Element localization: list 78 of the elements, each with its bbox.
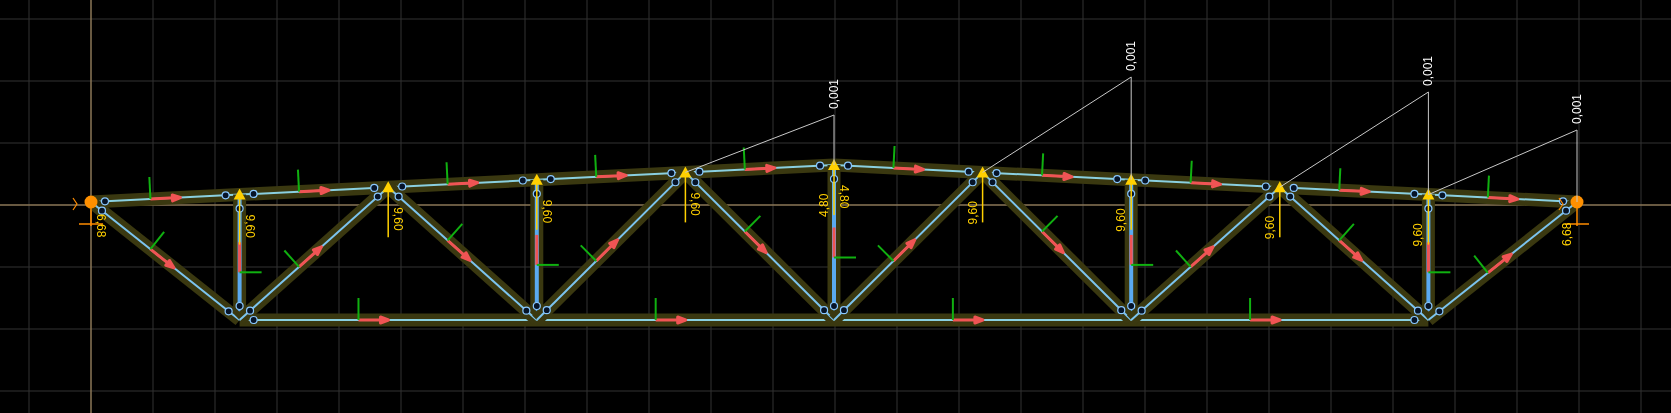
force-arrow — [594, 238, 619, 263]
force-label: 9,60 — [391, 207, 406, 231]
axis-tick — [951, 297, 954, 321]
triangle-marker — [382, 181, 395, 193]
triangle-marker — [828, 159, 840, 170]
axis-tick — [1427, 271, 1452, 274]
force-arrow — [148, 247, 176, 270]
axis-tick — [445, 161, 449, 186]
triangle-marker — [530, 173, 543, 185]
axis-tick — [1249, 297, 1252, 321]
axis-tick — [1338, 222, 1355, 242]
force-arrow — [743, 163, 777, 173]
force-label: 9,60 — [688, 192, 703, 216]
triangle-marker — [1125, 173, 1138, 185]
force-arrow — [1040, 229, 1065, 255]
force-arrow — [357, 315, 390, 325]
force-label: 9,60 — [965, 201, 980, 225]
triangle-marker — [976, 166, 989, 178]
force-arrow — [297, 245, 323, 269]
axis-tick — [892, 145, 896, 169]
triangle-marker — [679, 166, 692, 178]
axis-tick — [283, 249, 301, 268]
force-arrow — [446, 178, 480, 188]
axis-tick — [1041, 152, 1045, 177]
axis-tick — [743, 214, 762, 233]
load-label: 0,001 — [827, 78, 841, 109]
force-arrow — [594, 171, 628, 181]
load-label: 0,001 — [1421, 55, 1436, 86]
force-arrow — [1337, 186, 1371, 196]
axis-tick — [238, 271, 263, 274]
axis-tick — [1473, 254, 1489, 274]
force-arrow — [148, 193, 182, 203]
load-label: 0,001 — [1124, 40, 1139, 71]
axis-tick — [1130, 263, 1155, 266]
axis-tick — [446, 222, 464, 242]
force-label: 6,68 — [1560, 222, 1574, 246]
force-arrow — [446, 238, 472, 262]
force-label: 9,60 — [1411, 223, 1426, 247]
axis-tick — [296, 168, 301, 193]
force-arrow — [1189, 245, 1215, 269]
force-label: 9,60 — [242, 214, 257, 238]
force-label: 4,80 — [817, 193, 831, 217]
force-arrow — [1248, 315, 1282, 325]
axis-tick — [148, 176, 152, 201]
axis-tick — [742, 146, 746, 171]
force-arrow — [1486, 252, 1513, 275]
force-arrow — [1189, 179, 1223, 189]
axis-tick — [535, 263, 560, 266]
axis-tick — [1189, 159, 1193, 184]
axis-tick — [149, 230, 166, 251]
force-arrow — [1337, 238, 1364, 262]
force-label: 4,80 — [837, 185, 851, 209]
force-arrow — [654, 315, 688, 325]
triangle-marker — [1273, 181, 1286, 193]
axis-tick — [594, 153, 598, 178]
axis-tick — [1175, 249, 1192, 268]
force-arrow — [891, 238, 917, 263]
force-label: 9,60 — [1114, 208, 1129, 232]
axis-tick — [1338, 167, 1342, 192]
triangle-marker — [1422, 188, 1435, 200]
force-arrow — [743, 229, 768, 255]
load-label: 0,001 — [1570, 93, 1584, 124]
force-label: 6,68 — [94, 214, 108, 238]
force-label: 9,60 — [1262, 215, 1277, 240]
force-arrow — [297, 186, 331, 196]
axis-tick — [1486, 174, 1490, 199]
force-arrow — [1486, 194, 1520, 204]
force-arrow — [1040, 171, 1074, 181]
axis-tick — [833, 256, 857, 259]
axis-tick — [654, 297, 657, 321]
axis-tick — [357, 297, 360, 321]
axis-tick — [579, 244, 598, 262]
axis-tick — [876, 244, 895, 262]
axis-tick — [1041, 214, 1059, 233]
triangle-marker — [233, 188, 246, 200]
force-label: 9,60 — [539, 199, 554, 224]
force-arrow — [951, 315, 985, 325]
force-arrow — [891, 164, 925, 174]
